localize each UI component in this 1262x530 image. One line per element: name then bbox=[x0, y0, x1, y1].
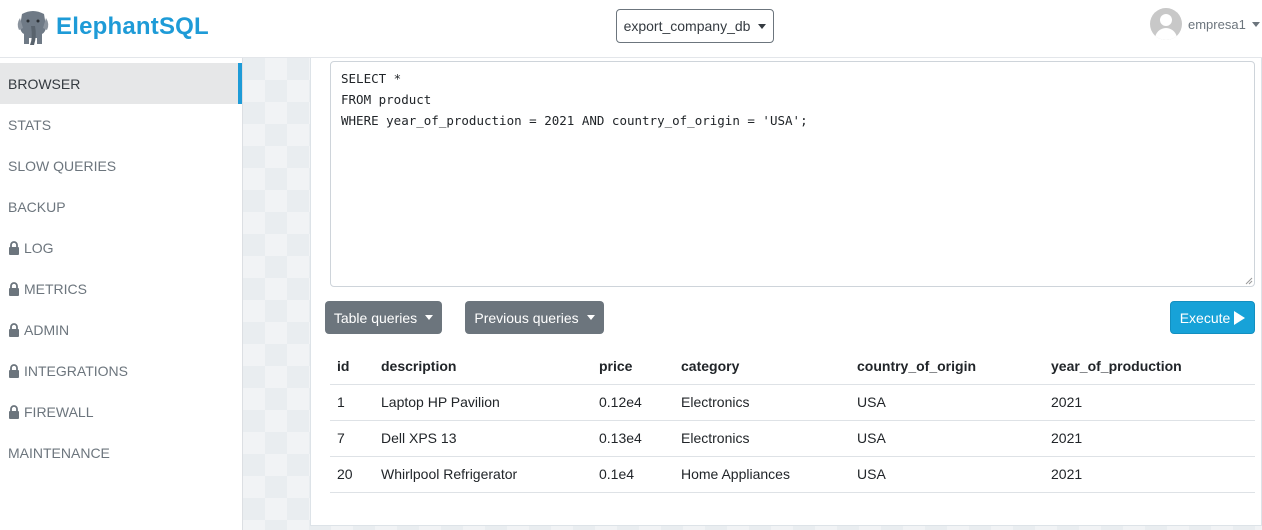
table-cell: Whirlpool Refrigerator bbox=[374, 456, 592, 493]
sidebar-item-admin[interactable]: ADMIN bbox=[0, 309, 242, 350]
column-header: description bbox=[374, 348, 592, 385]
database-select-value: export_company_db bbox=[623, 18, 751, 34]
sidebar-item-log[interactable]: LOG bbox=[0, 227, 242, 268]
table-cell: USA bbox=[850, 456, 1044, 493]
play-icon bbox=[1234, 310, 1246, 325]
sidebar-item-maintenance[interactable]: MAINTENANCE bbox=[0, 432, 242, 473]
table-cell: USA bbox=[850, 420, 1044, 457]
table-cell: Electronics bbox=[674, 384, 850, 421]
table-row: 20 Whirlpool Refrigerator 0.1e4 Home App… bbox=[330, 456, 1255, 493]
table-cell: 2021 bbox=[1044, 456, 1255, 493]
sidebar-item-label: STATS bbox=[8, 116, 52, 133]
resize-handle-icon[interactable] bbox=[1245, 277, 1253, 285]
sidebar-item-label: LOG bbox=[24, 239, 54, 256]
table-cell: 2021 bbox=[1044, 384, 1255, 421]
sidebar-item-stats[interactable]: STATS bbox=[0, 104, 242, 145]
sidebar-item-slow-queries[interactable]: SLOW QUERIES bbox=[0, 145, 242, 186]
logo[interactable]: ElephantSQL bbox=[16, 8, 209, 46]
table-cell: Home Appliances bbox=[674, 456, 850, 493]
column-header: category bbox=[674, 348, 850, 385]
caret-down-icon bbox=[1251, 21, 1260, 27]
caret-down-icon bbox=[425, 315, 434, 320]
lock-icon bbox=[9, 240, 19, 255]
column-header: id bbox=[330, 348, 374, 385]
database-select[interactable]: export_company_db bbox=[616, 9, 774, 43]
column-header: country_of_origin bbox=[850, 348, 1044, 385]
user-menu[interactable]: empresa1 bbox=[1150, 8, 1260, 40]
lock-icon bbox=[9, 363, 19, 378]
previous-queries-button[interactable]: Previous queries bbox=[465, 301, 604, 334]
column-header: year_of_production bbox=[1044, 348, 1255, 385]
sidebar-item-label: INTEGRATIONS bbox=[24, 362, 128, 379]
sidebar-item-metrics[interactable]: METRICS bbox=[0, 268, 242, 309]
sidebar-item-browser[interactable]: BROWSER bbox=[0, 63, 242, 104]
table-header-row: id description price category country_of… bbox=[330, 348, 1255, 385]
table-row: 7 Dell XPS 13 0.13e4 Electronics USA 202… bbox=[330, 420, 1255, 457]
table-queries-label: Table queries bbox=[333, 309, 418, 326]
sidebar-item-backup[interactable]: BACKUP bbox=[0, 186, 242, 227]
table-cell: Dell XPS 13 bbox=[374, 420, 592, 457]
lock-icon bbox=[9, 404, 19, 419]
elephant-logo-icon bbox=[17, 11, 49, 45]
sidebar-item-label: SLOW QUERIES bbox=[8, 157, 117, 174]
execute-label: Execute bbox=[1179, 309, 1231, 326]
lock-icon bbox=[9, 322, 19, 337]
sidebar-item-label: MAINTENANCE bbox=[8, 444, 110, 461]
sidebar-item-label: ADMIN bbox=[24, 321, 70, 338]
execute-button[interactable]: Execute bbox=[1170, 301, 1255, 334]
caret-down-icon bbox=[586, 315, 595, 320]
previous-queries-label: Previous queries bbox=[474, 309, 579, 326]
sidebar-item-label: BACKUP bbox=[8, 198, 66, 215]
top-navbar: ElephantSQL export_company_db empresa1 bbox=[0, 0, 1262, 58]
table-cell: 1 bbox=[330, 384, 374, 421]
column-header: price bbox=[592, 348, 674, 385]
lock-icon bbox=[9, 281, 19, 296]
brand-name: ElephantSQL bbox=[56, 13, 209, 40]
table-cell: 0.12e4 bbox=[592, 384, 674, 421]
table-cell: 2021 bbox=[1044, 420, 1255, 457]
sidebar-item-label: METRICS bbox=[24, 280, 87, 297]
sidebar-item-integrations[interactable]: INTEGRATIONS bbox=[0, 350, 242, 391]
avatar-icon bbox=[1150, 8, 1182, 40]
table-cell: 0.1e4 bbox=[592, 456, 674, 493]
table-cell: 20 bbox=[330, 456, 374, 493]
table-cell: 0.13e4 bbox=[592, 420, 674, 457]
username: empresa1 bbox=[1188, 16, 1246, 32]
table-queries-button[interactable]: Table queries bbox=[325, 301, 442, 334]
table-cell: 7 bbox=[330, 420, 374, 457]
sidebar-item-label: FIREWALL bbox=[24, 403, 94, 420]
results-table: id description price category country_of… bbox=[330, 348, 1255, 493]
table-cell: Laptop HP Pavilion bbox=[374, 384, 592, 421]
table-row: 1 Laptop HP Pavilion 0.12e4 Electronics … bbox=[330, 384, 1255, 421]
sidebar-item-firewall[interactable]: FIREWALL bbox=[0, 391, 242, 432]
sidebar-item-label: BROWSER bbox=[8, 75, 81, 92]
sidebar: BROWSER STATS SLOW QUERIES BACKUP LOG ME… bbox=[0, 58, 243, 530]
caret-down-icon bbox=[758, 23, 767, 29]
sql-query-editor[interactable]: SELECT * FROM product WHERE year_of_prod… bbox=[330, 61, 1255, 287]
table-cell: Electronics bbox=[674, 420, 850, 457]
table-cell: USA bbox=[850, 384, 1044, 421]
